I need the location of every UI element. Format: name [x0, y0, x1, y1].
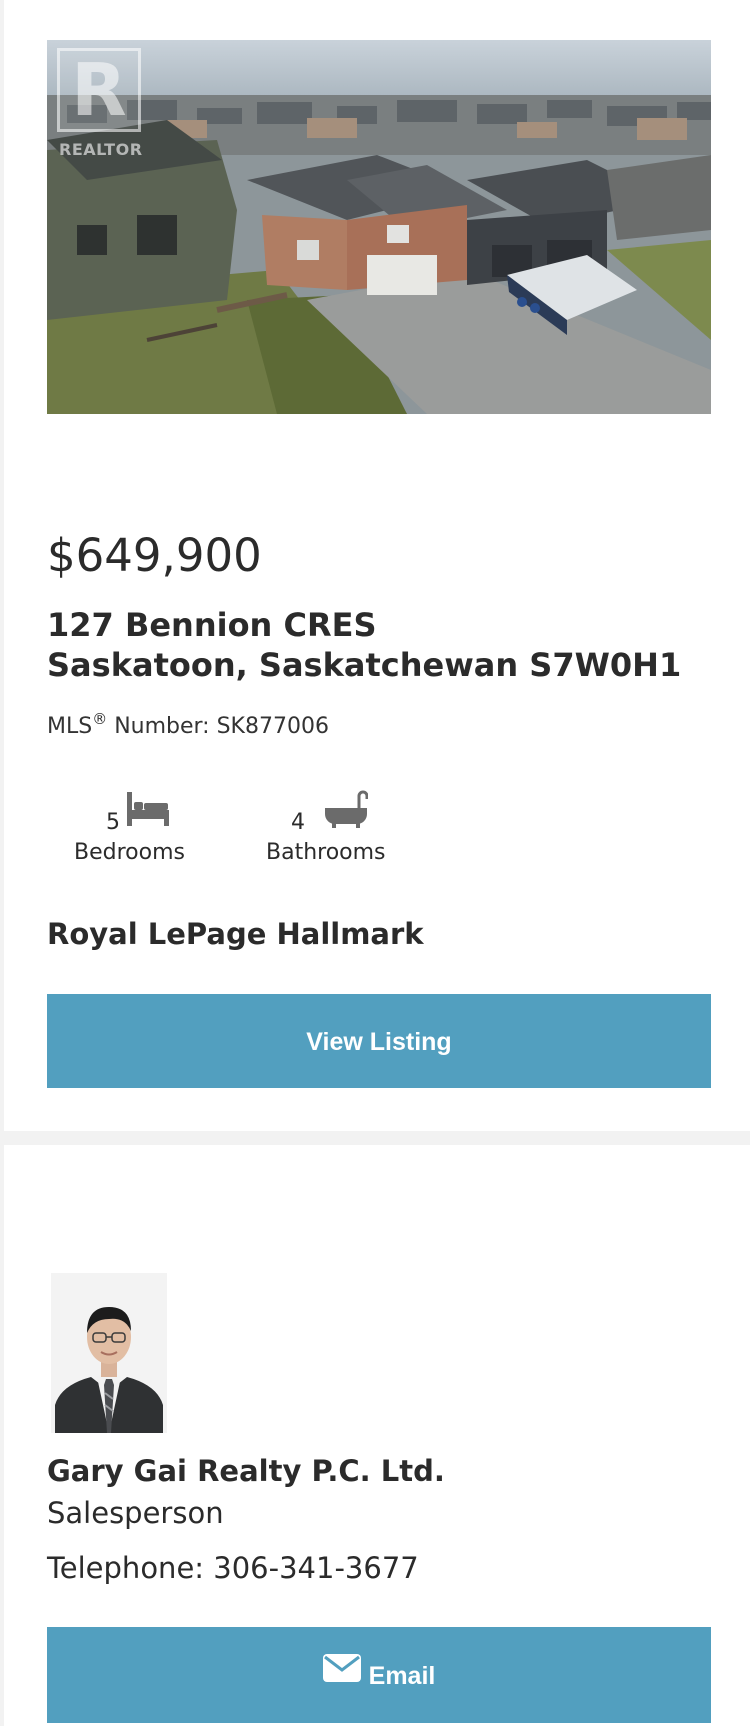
agent-telephone: Telephone: 306-341-3677 [47, 1549, 419, 1587]
brokerage-name: Royal LePage Hallmark [47, 917, 424, 951]
email-button[interactable]: Email [47, 1627, 711, 1723]
bedrooms-label: Bedrooms [74, 840, 185, 865]
email-button-label: Email [368, 1662, 436, 1690]
listing-price: $649,900 [47, 529, 262, 582]
mls-label: MLS [47, 714, 93, 739]
realtor-watermark-text: REALTOR [59, 140, 143, 159]
agent-photo [51, 1273, 167, 1433]
mls-number: MLS® Number: SK877006 [47, 712, 329, 742]
bathrooms-stat: 4 Bathrooms [266, 790, 396, 870]
view-listing-button[interactable]: View Listing [47, 994, 711, 1088]
registered-mark: ® [92, 710, 108, 728]
realtor-watermark: R REALTOR [57, 48, 143, 160]
telephone-number[interactable]: 306-341-3677 [213, 1551, 418, 1585]
realtor-logo-icon: R [57, 48, 141, 132]
mls-number-value: Number: SK877006 [107, 714, 329, 739]
address-street: 127 Bennion CRES [47, 606, 377, 644]
envelope-icon [322, 1626, 361, 1722]
bathtub-icon [324, 790, 369, 832]
listing-address: 127 Bennion CRES Saskatoon, Saskatchewan… [47, 605, 681, 685]
house-aerial-photo [47, 40, 711, 414]
bedrooms-stat: 5 Bedrooms [74, 790, 204, 870]
agent-name: Gary Gai Realty P.C. Ltd. [47, 1454, 445, 1488]
bed-icon [126, 790, 170, 832]
listing-photo[interactable]: R REALTOR [47, 40, 711, 414]
listing-card: R REALTOR $649,900 127 Bennion CRES Sask… [4, 0, 750, 1131]
bedrooms-count: 5 [106, 810, 120, 835]
page: R REALTOR $649,900 127 Bennion CRES Sask… [0, 0, 750, 1726]
agent-card: Gary Gai Realty P.C. Ltd. Salesperson Te… [4, 1145, 750, 1726]
telephone-label: Telephone: [47, 1551, 205, 1585]
address-city: Saskatoon, Saskatchewan S7W0H1 [47, 646, 682, 684]
bathrooms-count: 4 [291, 810, 305, 835]
bathrooms-label: Bathrooms [266, 840, 386, 865]
agent-role: Salesperson [47, 1496, 224, 1530]
